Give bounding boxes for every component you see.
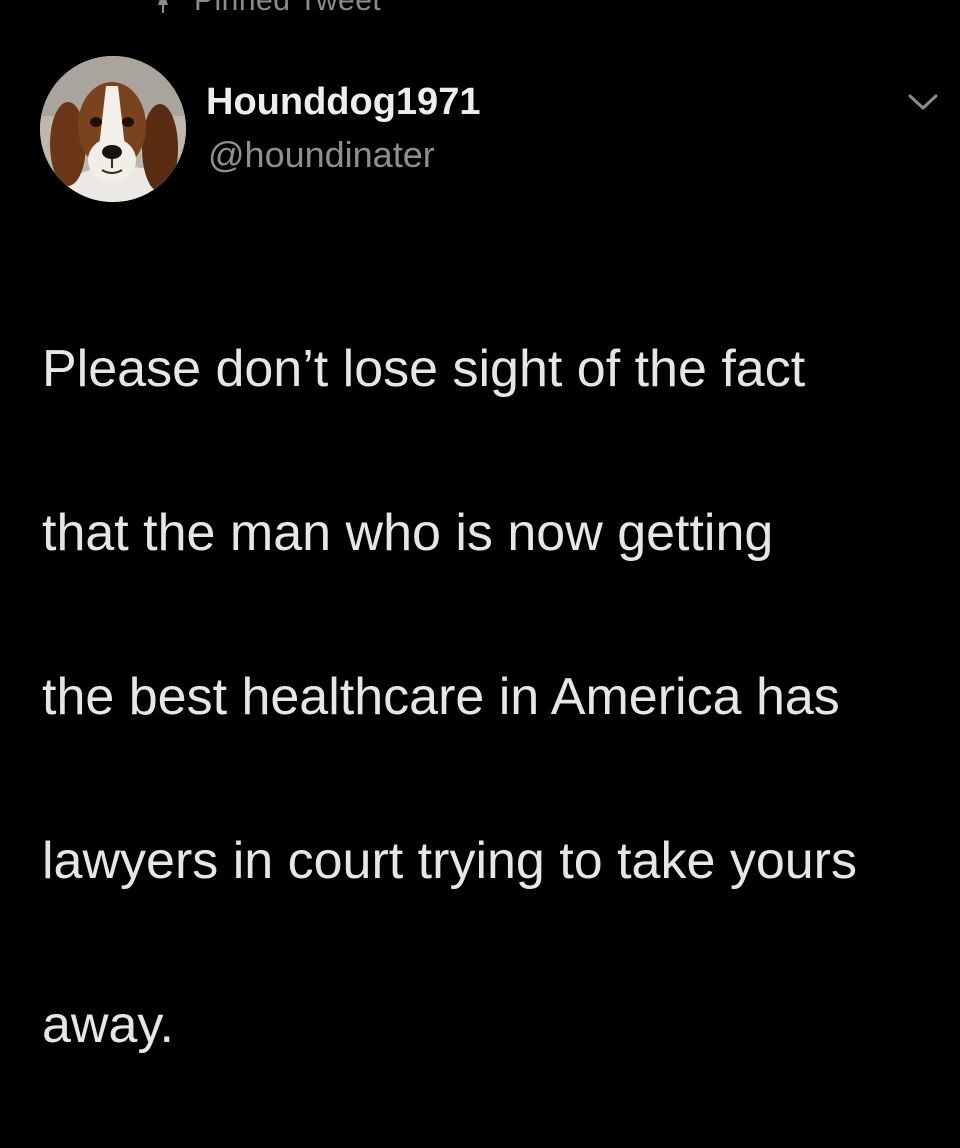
chevron-down-icon[interactable] xyxy=(902,86,944,116)
tweet-text: Please don’t lose sight of the fact that… xyxy=(42,246,942,1148)
pinned-tweet-header: Pinned Tweet xyxy=(150,0,381,16)
tweet-text-line: lawyers in court trying to take yours xyxy=(42,832,857,890)
pin-icon xyxy=(150,0,176,14)
tweet-text-line: Please don’t lose sight of the fact xyxy=(42,340,806,398)
tweet-text-line: that the man who is now getting xyxy=(42,504,774,562)
tweet-text-line: away. xyxy=(42,996,174,1054)
author-display-name[interactable]: Hounddog1971 xyxy=(206,80,480,124)
avatar[interactable] xyxy=(40,56,186,202)
author-handle[interactable]: @houndinater xyxy=(208,134,435,176)
basset-hound-avatar xyxy=(40,56,186,202)
pinned-tweet-label: Pinned Tweet xyxy=(194,0,382,17)
tweet-text-line: the best healthcare in America has xyxy=(42,668,840,726)
